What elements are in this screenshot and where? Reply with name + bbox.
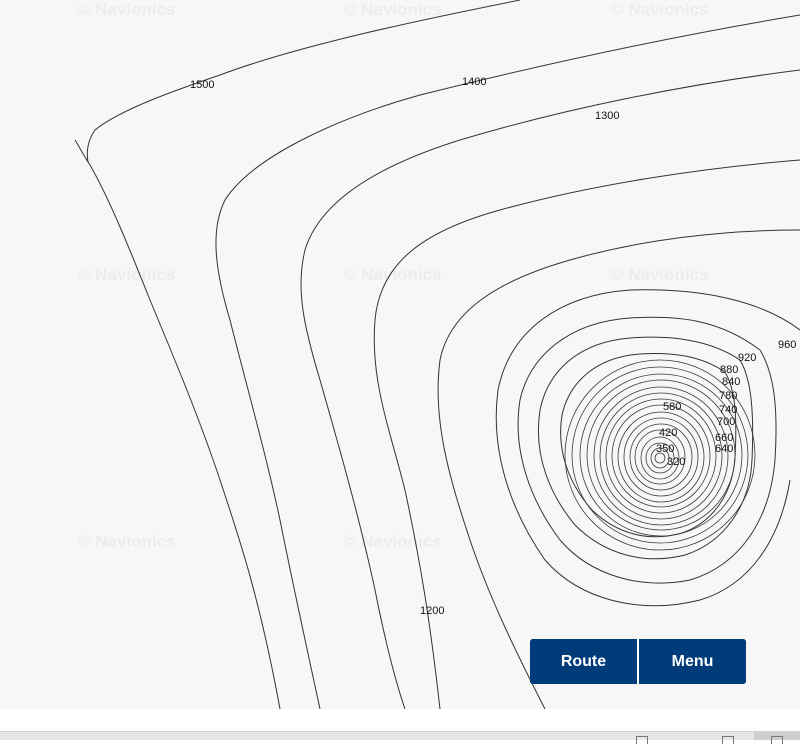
depth-label: 1500 <box>190 79 214 91</box>
depth-label: 880 <box>720 364 738 376</box>
panel-icon <box>771 736 783 744</box>
depth-label: 700 <box>717 416 735 428</box>
depth-label: 640 <box>715 443 733 455</box>
depth-label: 420 <box>659 427 677 439</box>
layers-icon[interactable] <box>722 736 734 744</box>
menu-button[interactable]: Menu <box>637 639 746 684</box>
depth-label: 1300 <box>595 110 619 122</box>
contour-line <box>74 139 281 709</box>
depth-label: 780 <box>719 390 737 402</box>
depth-label: 1200 <box>420 605 444 617</box>
depth-label: 920 <box>738 352 756 364</box>
seamount-dense-rings <box>564 359 756 551</box>
nautical-chart-map[interactable]: © Navionics © Navionics © Navionics © Na… <box>0 0 800 709</box>
depth-label: 740 <box>719 404 737 416</box>
map-action-buttons: Route Menu <box>530 639 746 684</box>
depth-label: 320 <box>667 456 685 468</box>
depth-label: 1400 <box>462 76 486 88</box>
fullscreen-icon[interactable] <box>636 736 648 744</box>
depth-label: 350 <box>656 443 674 455</box>
depth-label: 960 <box>778 339 796 351</box>
contour-line <box>437 229 800 709</box>
contour-line <box>86 0 521 163</box>
route-button[interactable]: Route <box>530 639 637 684</box>
depth-label: 840 <box>722 376 740 388</box>
depth-contours: 1500 1400 1300 1200 960 920 880 840 780 … <box>74 0 800 709</box>
depth-label: 580 <box>663 401 681 413</box>
contour-line <box>215 14 800 709</box>
